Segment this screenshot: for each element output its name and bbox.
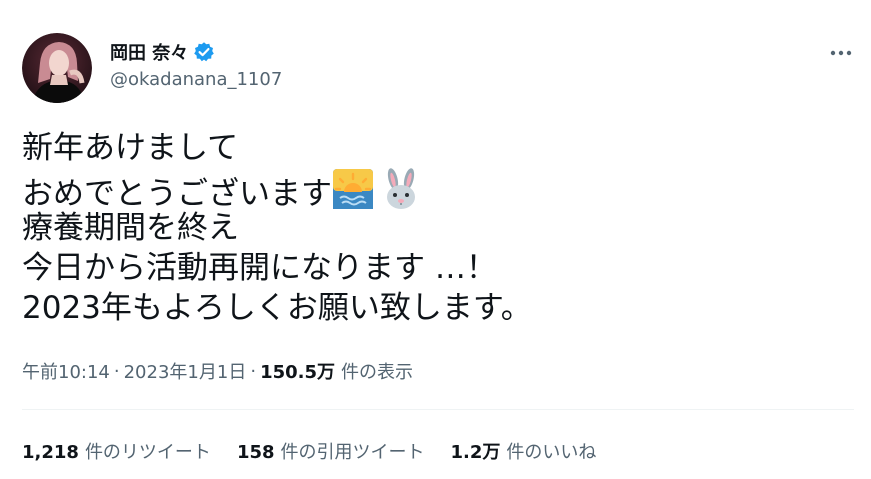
tweet-time[interactable]: 午前10:14 (22, 358, 110, 384)
quote-tweets-label: 件の引用ツイート (280, 442, 425, 463)
rabbit-face-icon (380, 168, 422, 210)
tweet-line: 療養期間を終え (22, 210, 239, 246)
divider (22, 409, 854, 410)
tweet-line: 2023年もよろしくお願い致します。 (22, 290, 532, 326)
tweet-date[interactable]: 2023年1月1日 (124, 358, 247, 384)
tweet-line: 新年あけまして (22, 130, 239, 166)
views-label[interactable]: 件の表示 (341, 358, 413, 384)
views-count[interactable]: 150.5万 (260, 358, 335, 384)
tweet-line: おめでとうございます (22, 176, 332, 212)
likes-count: 1.2万 (450, 442, 501, 463)
sunrise-over-water-icon (332, 168, 374, 210)
tweet-card: 岡田 奈々 @okadanana_1107 新年あけまして おめでとうございます (0, 0, 871, 479)
likes-label: 件のいいね (506, 442, 597, 463)
retweets-label: 件のリツイート (84, 442, 211, 463)
display-name[interactable]: 岡田 奈々 (110, 39, 188, 65)
retweets-stat[interactable]: 1,218 件のリツイート (22, 438, 211, 464)
quote-tweets-stat[interactable]: 158 件の引用ツイート (237, 438, 425, 464)
tweet-line: 今日から活動再開になります …！ (22, 250, 497, 286)
tweet-stats: 1,218 件のリツイート 158 件の引用ツイート 1.2万 件のいいね (22, 438, 622, 464)
quote-tweets-count: 158 (236, 442, 275, 463)
tweet-meta: 午前10:14 · 2023年1月1日 · 150.5万 件の表示 (22, 358, 413, 384)
meta-separator: · (113, 360, 120, 382)
retweets-count: 1,218 (22, 442, 79, 463)
avatar-image (22, 33, 92, 103)
more-options-icon[interactable] (826, 38, 856, 68)
meta-separator: · (250, 360, 257, 382)
user-name-row[interactable]: 岡田 奈々 (110, 39, 215, 65)
verified-badge-icon (193, 41, 215, 63)
tweet-line-with-emoji: おめでとうございます (22, 168, 532, 212)
avatar[interactable] (22, 33, 92, 103)
user-handle[interactable]: @okadanana_1107 (110, 69, 282, 90)
tweet-text: 新年あけまして おめでとうございます 療養期間を終え 今日から活動再開になります… (22, 128, 532, 328)
likes-stat[interactable]: 1.2万 件のいいね (451, 438, 597, 464)
